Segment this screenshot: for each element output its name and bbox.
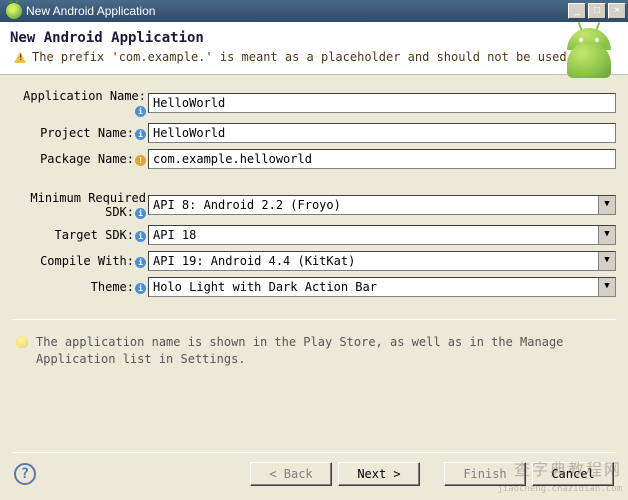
- min-sdk-label: Minimum Required SDK:i: [12, 191, 148, 219]
- application-name-label: Application Name:i: [12, 89, 148, 117]
- theme-select[interactable]: Holo Light with Dark Action Bar ▼: [148, 277, 616, 297]
- theme-value: Holo Light with Dark Action Bar: [149, 278, 598, 296]
- min-sdk-select[interactable]: API 8: Android 2.2 (Froyo) ▼: [148, 195, 616, 215]
- chevron-down-icon[interactable]: ▼: [598, 196, 615, 214]
- app-icon: [6, 3, 22, 19]
- window-controls: _ □ ×: [568, 3, 626, 19]
- finish-button[interactable]: Finish: [444, 462, 526, 486]
- page-title: New Android Application: [10, 30, 618, 46]
- form-area: Application Name:i Project Name:i Packag…: [0, 75, 628, 311]
- warning-message: The prefix 'com.example.' is meant as a …: [10, 50, 618, 64]
- theme-label: Theme:i: [12, 280, 148, 294]
- wizard-banner: New Android Application The prefix 'com.…: [0, 22, 628, 75]
- next-button[interactable]: Next >: [338, 462, 420, 486]
- wizard-footer: ? < Back Next > Finish Cancel: [0, 452, 628, 500]
- hint-text: The application name is shown in the Pla…: [36, 334, 612, 368]
- lightbulb-icon: [16, 336, 28, 348]
- warning-icon: [14, 52, 26, 63]
- hint-area: The application name is shown in the Pla…: [0, 328, 628, 374]
- maximize-button[interactable]: □: [588, 3, 606, 19]
- title-bar: New Android Application _ □ ×: [0, 0, 628, 22]
- info-icon[interactable]: i: [135, 106, 146, 117]
- application-name-input[interactable]: [148, 93, 616, 113]
- target-sdk-value: API 18: [149, 226, 598, 244]
- info-icon[interactable]: i: [135, 231, 146, 242]
- project-name-label: Project Name:i: [12, 126, 148, 140]
- package-name-label: Package Name:!: [12, 152, 148, 166]
- info-icon[interactable]: i: [135, 257, 146, 268]
- project-name-input[interactable]: [148, 123, 616, 143]
- package-name-input[interactable]: [148, 149, 616, 169]
- cancel-button[interactable]: Cancel: [532, 462, 614, 486]
- close-button[interactable]: ×: [608, 3, 626, 19]
- chevron-down-icon[interactable]: ▼: [598, 226, 615, 244]
- info-icon[interactable]: i: [135, 208, 146, 219]
- chevron-down-icon[interactable]: ▼: [598, 252, 615, 270]
- info-icon[interactable]: i: [135, 283, 146, 294]
- window-title: New Android Application: [26, 4, 568, 18]
- compile-with-value: API 19: Android 4.4 (KitKat): [149, 252, 598, 270]
- compile-with-label: Compile With:i: [12, 254, 148, 268]
- chevron-down-icon[interactable]: ▼: [598, 278, 615, 296]
- android-logo-icon: [562, 28, 616, 82]
- separator: [12, 319, 616, 320]
- warning-icon[interactable]: !: [135, 155, 146, 166]
- help-button[interactable]: ?: [14, 463, 36, 485]
- info-icon[interactable]: i: [135, 129, 146, 140]
- back-button[interactable]: < Back: [250, 462, 332, 486]
- minimize-button[interactable]: _: [568, 3, 586, 19]
- target-sdk-label: Target SDK:i: [12, 228, 148, 242]
- target-sdk-select[interactable]: API 18 ▼: [148, 225, 616, 245]
- min-sdk-value: API 8: Android 2.2 (Froyo): [149, 196, 598, 214]
- compile-with-select[interactable]: API 19: Android 4.4 (KitKat) ▼: [148, 251, 616, 271]
- warning-text: The prefix 'com.example.' is meant as a …: [32, 50, 567, 64]
